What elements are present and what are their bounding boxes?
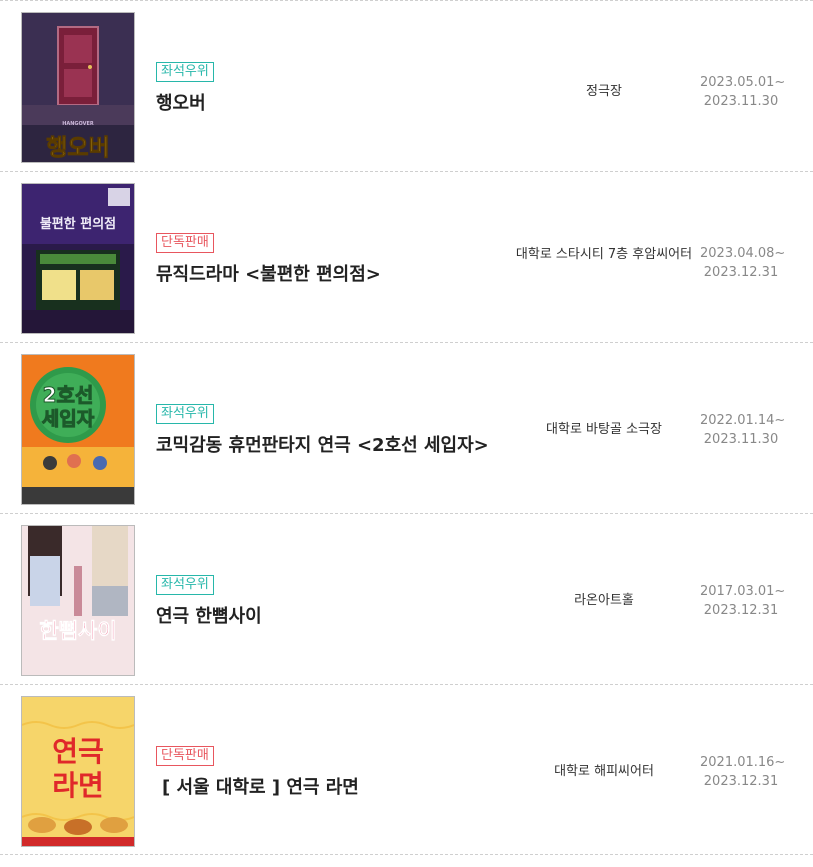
period-text: 2021.01.16~ 2023.12.31 (700, 753, 786, 791)
poster-image[interactable]: HANGOVER 행오버 (21, 12, 135, 163)
status-badge: 좌석우위 (156, 62, 214, 82)
period-text: 2017.03.01~ 2023.12.31 (700, 582, 786, 620)
show-info: 단독판매 뮤직드라마 <불편한 편의점> (156, 172, 506, 342)
show-title-link[interactable]: 뮤직드라마 <불편한 편의점> (156, 260, 381, 286)
poster-ramen-art: 연극 라면 (22, 697, 134, 846)
list-item[interactable]: 연극 라면 단독판매 [ 서울 대학로 ] 연극 라면 대학로 해피씨어터 20… (0, 684, 813, 855)
poster-image[interactable]: 2호선 세입자 (21, 354, 135, 505)
venue-text: 정극장 (586, 84, 622, 99)
period-end: 2023.11.30 (703, 432, 779, 447)
period-text: 2022.01.14~ 2023.11.30 (700, 411, 786, 449)
period-start: 2017.03.01~ (700, 584, 786, 599)
period-start: 2021.01.16~ (700, 755, 786, 770)
poster-big-text-2: 세입자 (42, 408, 95, 430)
show-info: 단독판매 [ 서울 대학로 ] 연극 라면 (156, 685, 506, 854)
period-start: 2023.05.01~ (700, 75, 786, 90)
venue-text: 대학로 해피씨어터 (554, 764, 654, 779)
period-text: 2023.04.08~ 2023.12.31 (700, 244, 786, 282)
venue-text: 대학로 바탕골 소극장 (546, 422, 662, 437)
show-list: HANGOVER 행오버 좌석우위 행오버 정극장 2023.05.01~ 20… (0, 0, 813, 855)
status-badge: 단독판매 (156, 746, 214, 766)
poster-big-text-1: 2호선 (43, 383, 94, 407)
poster-hangover-art: HANGOVER 행오버 (22, 13, 134, 162)
period-text: 2023.05.01~ 2023.11.30 (700, 73, 786, 111)
poster-small-text: HANGOVER (62, 121, 94, 127)
poster-image[interactable]: 연극 라면 (21, 696, 135, 847)
poster-line2-art: 2호선 세입자 (22, 355, 134, 504)
poster-big-text: 행오버 (46, 135, 109, 161)
poster-big-text: 불편한 편의점 (40, 216, 116, 232)
poster-big-text-2: 라면 (52, 769, 104, 802)
list-item[interactable]: HANGOVER 행오버 좌석우위 행오버 정극장 2023.05.01~ 20… (0, 0, 813, 171)
poster-big-text: 한뼘사이 (39, 619, 116, 643)
poster-image[interactable]: 한뼘사이 (21, 525, 135, 676)
period-end: 2023.12.31 (703, 603, 779, 618)
venue-text: 라온아트홀 (574, 593, 634, 608)
status-badge: 좌석우위 (156, 404, 214, 424)
poster-image[interactable]: 불편한 편의점 (21, 183, 135, 334)
period-end: 2023.12.31 (703, 265, 779, 280)
venue-text: 대학로 스타시티 7층 후암씨어터 (515, 247, 693, 262)
list-item[interactable]: 한뼘사이 좌석우위 연극 한뼘사이 라온아트홀 2017.03.01~ 2023… (0, 513, 813, 684)
period-end: 2023.11.30 (703, 94, 779, 109)
status-badge: 좌석우위 (156, 575, 214, 595)
poster-big-text-1: 연극 (52, 735, 104, 768)
show-info: 좌석우위 행오버 (156, 1, 506, 171)
show-title-link[interactable]: 연극 한뼘사이 (156, 602, 262, 628)
list-item[interactable]: 불편한 편의점 단독판매 뮤직드라마 <불편한 편의점> 대학로 스타시티 7층… (0, 171, 813, 342)
list-item[interactable]: 2호선 세입자 좌석우위 코믹감동 휴먼판타지 연극 <2호선 세입자> 대학로… (0, 342, 813, 513)
period-start: 2022.01.14~ (700, 413, 786, 428)
show-info: 좌석우위 연극 한뼘사이 (156, 514, 506, 684)
period-start: 2023.04.08~ (700, 246, 786, 261)
show-info: 좌석우위 코믹감동 휴먼판타지 연극 <2호선 세입자> (156, 343, 506, 513)
poster-convenience-store-art: 불편한 편의점 (22, 184, 134, 333)
show-title-link[interactable]: [ 서울 대학로 ] 연극 라면 (162, 773, 359, 799)
poster-hanppyeom-art: 한뼘사이 (22, 526, 134, 675)
show-title-link[interactable]: 행오버 (156, 89, 206, 115)
status-badge: 단독판매 (156, 233, 214, 253)
period-end: 2023.12.31 (703, 774, 779, 789)
show-title-link[interactable]: 코믹감동 휴먼판타지 연극 <2호선 세입자> (156, 431, 489, 457)
